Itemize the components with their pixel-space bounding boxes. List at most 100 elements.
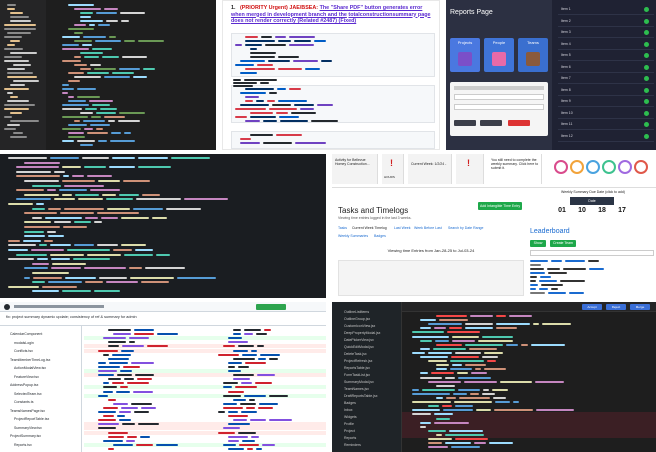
code-token	[269, 108, 297, 110]
report-list-item[interactable]: Item 5	[558, 50, 654, 61]
report-card-projects[interactable]: Projects	[450, 38, 480, 72]
file-tree-item[interactable]: ProjectSummary.tsx	[10, 434, 41, 440]
notice-card-4[interactable]: !	[456, 154, 484, 184]
file-tree-item[interactable]: modalsLogin	[14, 341, 34, 347]
issue-link[interactable]: totalconstructionsummary page	[348, 12, 430, 18]
code-token	[436, 368, 447, 371]
explorer-item[interactable]: ReportsTable.jsx	[344, 366, 370, 370]
file-explorer-sidebar[interactable]	[0, 0, 46, 150]
explorer-item[interactable]: ProjectRefresh.jsx	[344, 359, 372, 363]
timer-banner[interactable]: Weekly Summary Due Date (click to add)	[548, 190, 638, 197]
badge-icon[interactable]	[634, 160, 648, 174]
file-tree-item[interactable]: CalendarComponent	[10, 332, 42, 338]
badge-icon[interactable]	[602, 160, 616, 174]
report-list-item[interactable]: Item 4	[558, 39, 654, 50]
code-token	[240, 104, 269, 106]
report-list-item[interactable]: Item 11	[558, 119, 654, 130]
tab-weekly-summaries[interactable]: Weekly Summaries	[338, 234, 368, 238]
badge-icon[interactable]	[586, 160, 600, 174]
code-token	[446, 397, 456, 399]
tab-badges[interactable]: Badges	[374, 234, 386, 238]
reject-button[interactable]: Reject	[606, 304, 626, 310]
tab-last-week[interactable]: Last Week	[394, 226, 410, 230]
explorer-item[interactable]: DeleteTask.jsx	[344, 352, 367, 356]
code-token	[108, 398, 116, 401]
file-tree-item[interactable]: Conflicts.tsx	[14, 349, 33, 355]
code-token	[4, 48, 23, 50]
report-list-label: Item 5	[561, 53, 571, 57]
report-list-item[interactable]: Item 9	[558, 96, 654, 107]
notice-card-1[interactable]: Activity for Bellevue Homey Construction…	[332, 154, 378, 184]
tab-tasks[interactable]: Tasks	[338, 226, 347, 230]
add-intangible-time-button[interactable]: Add Intangible Time Entry	[478, 202, 522, 210]
explorer-item[interactable]: Reports	[344, 436, 356, 440]
explorer-item[interactable]: Profile	[344, 422, 354, 426]
explorer-item[interactable]: Project	[344, 429, 355, 433]
report-list-item[interactable]: Item 10	[558, 108, 654, 119]
file-tree-item[interactable]: TeamMemberTimeLog.tsx	[10, 358, 50, 364]
report-list-item[interactable]: Item 7	[558, 73, 654, 84]
explorer-item[interactable]: DeepPropertyModal.jsx	[344, 331, 380, 335]
file-tree-item[interactable]: AddressPopup.tsx	[10, 383, 38, 389]
explorer-item[interactable]: Widgets	[344, 415, 357, 419]
explorer-item[interactable]: TeamNames.jsx	[344, 387, 369, 391]
file-tree-item[interactable]: ActionModalView.tsx	[14, 366, 46, 372]
file-tree-item[interactable]: SummaryView.tsx	[14, 426, 42, 432]
file-tree-item[interactable]: Reports.tsx	[14, 443, 32, 449]
issue-title-end[interactable]: does not render correctly (Related #2487…	[231, 18, 356, 24]
merge-button[interactable]: Merge	[630, 304, 650, 310]
leaderboard-show-button[interactable]: Show	[530, 240, 546, 247]
report-card-teams[interactable]: Teams	[518, 38, 548, 72]
report-list-item[interactable]: Item 1	[558, 4, 654, 15]
accept-button[interactable]: Accept	[582, 304, 602, 310]
file-tree-item[interactable]: ProjectReportTable.tsx	[14, 417, 49, 423]
report-list-item[interactable]: Item 12	[558, 131, 654, 142]
report-list-item[interactable]: Item 8	[558, 85, 654, 96]
file-tree-item[interactable]: TeamsNamesPage.tsx	[10, 409, 45, 415]
explorer-item[interactable]: Inbox	[344, 408, 353, 412]
explorer-item[interactable]: FormTaskList.jsx	[344, 373, 370, 377]
explorer-item[interactable]: SummaryModal.jsx	[344, 380, 374, 384]
file-tree-item[interactable]: Constants.ts	[14, 400, 33, 406]
code-token	[119, 112, 145, 114]
explorer-item[interactable]: CustomIconView.jsx	[344, 324, 375, 328]
leaderboard-search-input[interactable]	[530, 250, 654, 256]
report-list-item[interactable]: Item 6	[558, 62, 654, 73]
create-team-button[interactable]: Create Team	[550, 240, 576, 247]
badge-icon[interactable]	[554, 160, 568, 174]
explorer-item[interactable]: Reminders	[344, 443, 361, 447]
code-token	[464, 380, 497, 383]
report-list-item[interactable]: Item 2	[558, 16, 654, 27]
filter-button[interactable]	[454, 120, 476, 126]
notice-card-3[interactable]: Current Week: 1/2/24 -	[408, 154, 452, 184]
filter-input-2[interactable]	[454, 104, 544, 110]
file-tree-item[interactable]: SelectedTeam.tsx	[14, 392, 42, 398]
notice-card-2[interactable]: ! HOURS	[382, 154, 404, 184]
report-list-item[interactable]: Item 3	[558, 27, 654, 38]
code-token	[434, 421, 469, 424]
code-token	[16, 166, 59, 169]
explorer-item[interactable]: OutlineGroup.jsx	[344, 317, 370, 321]
github-logo-icon[interactable]	[4, 304, 10, 310]
filter-input[interactable]	[454, 94, 544, 100]
code-token	[89, 24, 95, 26]
badge-icon[interactable]	[618, 160, 632, 174]
explorer-item[interactable]: QuickEditModal.jsx	[344, 345, 374, 349]
notice-card-5[interactable]: You still need to complete the weekly su…	[488, 154, 542, 184]
tab-current-week[interactable]: Current Week Timelog	[352, 226, 387, 230]
code-token	[62, 180, 95, 182]
explorer-item[interactable]: OutlineListItems	[344, 310, 369, 314]
file-tree-item[interactable]: FeatureView.tsx	[14, 375, 39, 381]
review-button[interactable]	[256, 304, 286, 310]
report-card-people[interactable]: People	[484, 38, 514, 72]
explorer-item[interactable]: DatePickerView.jsx	[344, 338, 374, 342]
tab-week-before-last[interactable]: Week Before Last	[414, 226, 442, 230]
filter-clear-button[interactable]	[508, 120, 530, 126]
code-token	[24, 193, 59, 196]
explorer-item[interactable]: Badges	[344, 401, 356, 405]
tab-search-date-range[interactable]: Search by Date Range	[448, 226, 483, 230]
badge-icon[interactable]	[570, 160, 584, 174]
filter-button-2[interactable]	[480, 120, 502, 126]
explorer-item[interactable]: DraftReportsTable.jsx	[344, 394, 377, 398]
repo-path[interactable]	[14, 305, 104, 308]
